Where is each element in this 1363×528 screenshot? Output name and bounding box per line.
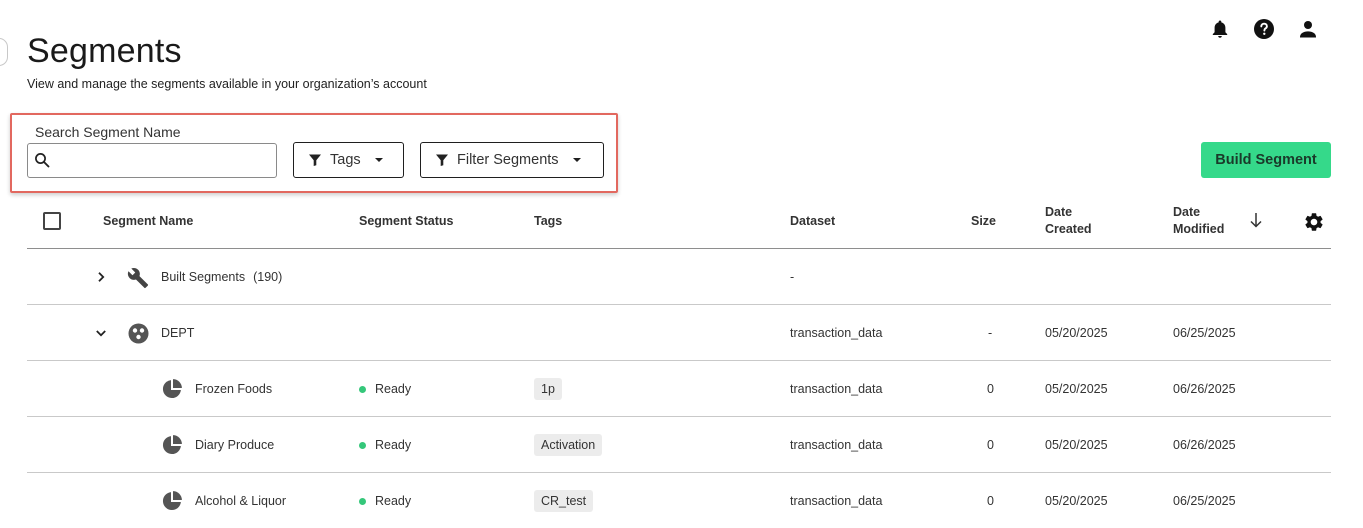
col-segment-name[interactable]: Segment Name [103, 213, 193, 230]
page-title: Segments [27, 32, 182, 70]
caret-down-icon [374, 158, 383, 162]
tag-chip[interactable]: Activation [534, 434, 603, 456]
table-row[interactable]: Built Segments (190) - [27, 249, 1331, 305]
col-tags[interactable]: Tags [534, 213, 562, 230]
tag-chip[interactable]: 1p [534, 378, 562, 400]
segment-count: (190) [253, 270, 283, 284]
wrench-icon [127, 267, 149, 292]
top-toolbar [1209, 18, 1319, 40]
build-segment-button[interactable]: Build Segment [1201, 142, 1331, 178]
status-text: Ready [375, 494, 412, 508]
date-created-cell: 05/20/2025 [1045, 494, 1108, 508]
status-dot [359, 385, 366, 393]
status-dot [359, 441, 366, 449]
status-text: Ready [375, 438, 412, 452]
date-modified-cell: 06/25/2025 [1173, 494, 1236, 508]
select-all-checkbox[interactable] [43, 212, 61, 230]
tags-dropdown[interactable]: Tags [293, 142, 404, 178]
col-date-modified-line1: Date [1173, 205, 1201, 219]
caret-down-icon [572, 158, 581, 162]
pie-chart-icon [162, 379, 182, 402]
sort-arrow-down-icon[interactable] [1249, 212, 1263, 233]
col-date-modified[interactable]: Date Modified [1173, 204, 1224, 238]
table-row[interactable]: DEPT transaction_data - 05/20/2025 06/25… [27, 305, 1331, 361]
chevron-down-icon[interactable] [95, 327, 107, 342]
size-cell: 0 [987, 494, 994, 508]
col-date-created-line2: Created [1045, 222, 1092, 236]
dataset-cell: transaction_data [790, 438, 883, 452]
date-modified-cell: 06/26/2025 [1173, 438, 1236, 452]
col-size[interactable]: Size [971, 213, 996, 230]
col-dataset[interactable]: Dataset [790, 213, 835, 230]
search-label: Search Segment Name [35, 124, 181, 140]
status-cell: Ready [359, 361, 411, 417]
date-modified-cell: 06/25/2025 [1173, 326, 1236, 340]
bell-icon[interactable] [1209, 18, 1231, 40]
collapsed-panel-edge[interactable] [0, 38, 8, 66]
filter-segments-dropdown[interactable]: Filter Segments [420, 142, 604, 178]
search-icon [34, 152, 50, 173]
tags-cell: 1p [534, 361, 562, 417]
size-cell: 0 [987, 438, 994, 452]
table-row[interactable]: Alcohol & Liquor Ready CR_test transacti… [27, 473, 1331, 528]
status-cell: Ready [359, 473, 411, 528]
search-field[interactable] [27, 143, 277, 178]
segment-name[interactable]: Alcohol & Liquor [195, 473, 286, 528]
size-cell: 0 [987, 382, 994, 396]
segment-name-text: Built Segments [161, 270, 246, 284]
dataset-cell: transaction_data [790, 382, 883, 396]
col-date-modified-line2: Modified [1173, 222, 1225, 236]
size-cell: - [988, 326, 993, 340]
pie-chart-icon [162, 491, 182, 514]
dataset-cell: transaction_data [790, 494, 883, 508]
col-date-created[interactable]: Date Created [1045, 204, 1092, 238]
date-modified-cell: 06/26/2025 [1173, 382, 1236, 396]
page-subtitle: View and manage the segments available i… [27, 77, 427, 91]
date-created-cell: 05/20/2025 [1045, 326, 1108, 340]
dataset-cell: transaction_data [790, 326, 883, 340]
user-icon[interactable] [1297, 18, 1319, 40]
status-cell: Ready [359, 417, 411, 473]
table-header: Segment Name Segment Status Tags Dataset… [27, 196, 1331, 249]
segment-name[interactable]: Diary Produce [195, 417, 274, 473]
search-input[interactable] [54, 148, 272, 173]
segments-table: Segment Name Segment Status Tags Dataset… [27, 196, 1331, 528]
date-created-cell: 05/20/2025 [1045, 438, 1108, 452]
filter-segments-label: Filter Segments [457, 152, 559, 168]
table-row[interactable]: Frozen Foods Ready 1p transaction_data 0… [27, 361, 1331, 417]
status-dot [359, 497, 366, 505]
chevron-right-icon[interactable] [95, 271, 107, 286]
segment-name[interactable]: DEPT [161, 305, 194, 361]
date-created-cell: 05/20/2025 [1045, 382, 1108, 396]
pie-chart-icon [162, 435, 182, 458]
help-icon[interactable] [1253, 18, 1275, 40]
gear-icon[interactable] [1303, 211, 1325, 238]
filter-icon [309, 154, 321, 166]
filter-icon [436, 154, 448, 166]
col-date-created-line1: Date [1045, 205, 1073, 219]
table-row[interactable]: Diary Produce Ready Activation transacti… [27, 417, 1331, 473]
tags-cell: CR_test [534, 473, 594, 528]
status-text: Ready [375, 382, 412, 396]
tags-dropdown-label: Tags [330, 152, 361, 168]
segment-name[interactable]: Frozen Foods [195, 361, 272, 417]
tags-cell: Activation [534, 417, 603, 473]
segment-name[interactable]: Built Segments (190) [161, 249, 282, 305]
dataset-cell: - [790, 270, 795, 284]
tag-chip[interactable]: CR_test [534, 490, 594, 512]
col-segment-status[interactable]: Segment Status [359, 213, 453, 230]
dept-icon [128, 323, 149, 347]
